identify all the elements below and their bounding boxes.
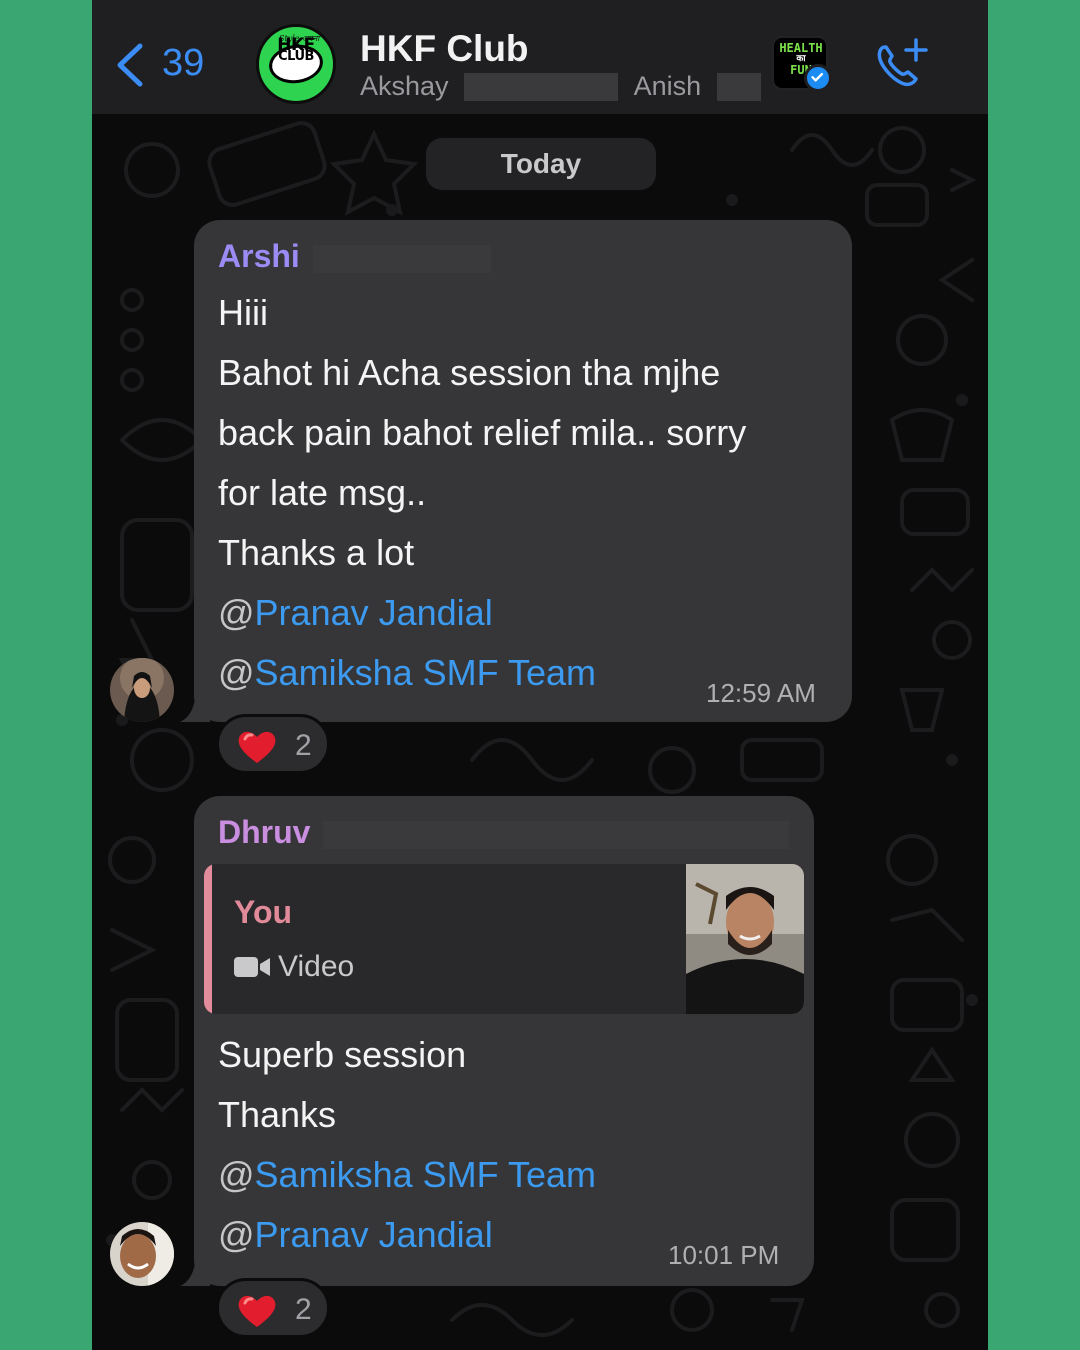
mention-link[interactable]: @Pranav Jandial: [218, 592, 493, 634]
message-sender[interactable]: Dhruv: [218, 814, 790, 851]
sender-avatar-dhruv[interactable]: [110, 1222, 174, 1286]
unread-chats-count[interactable]: 39: [162, 42, 204, 85]
video-thumbnail[interactable]: [686, 864, 804, 1014]
message-text: Bahot hi Acha session tha mjhe: [218, 352, 721, 393]
message-text: back pain bahot relief mila.. sorry: [218, 412, 747, 453]
bubble-tail: [180, 1256, 210, 1286]
avatar-photo: [110, 1222, 174, 1286]
back-chevron-icon[interactable]: [112, 40, 148, 90]
reaction-count: 2: [295, 729, 312, 762]
sender-avatar-arshi[interactable]: [110, 658, 174, 722]
group-avatar-logo: HKF CLUB: [277, 35, 315, 64]
redacted-block: [312, 244, 491, 273]
message-text: Hiii: [218, 292, 268, 333]
video-camera-icon: [234, 957, 270, 977]
group-title[interactable]: HKF Club: [360, 28, 529, 70]
date-separator: Today: [426, 138, 656, 190]
sender-name: Arshi: [218, 238, 300, 274]
reaction-pill[interactable]: 2: [216, 1278, 330, 1338]
message-bubble[interactable]: Dhruv You Video Superb session Thanks @S…: [180, 796, 814, 1286]
message-timestamp: 12:59 AM: [706, 678, 816, 708]
group-members[interactable]: Akshay Anish: [360, 70, 761, 102]
quote-accent-bar: [204, 864, 212, 1014]
message-text: for late msg..: [218, 472, 427, 513]
heart-icon: [238, 1295, 276, 1327]
quoted-media-type: Video: [278, 950, 355, 983]
quoted-author: You: [234, 894, 293, 930]
reaction-pill[interactable]: 2: [216, 714, 330, 774]
bubble-tail: [180, 692, 210, 722]
redacted-block: [716, 72, 761, 101]
chat-header: 39 Style अपना HKF CLUB HKF Club Akshay A…: [92, 0, 988, 114]
quoted-message[interactable]: You Video: [204, 864, 804, 1014]
chat-screen: 39 Style अपना HKF CLUB HKF Club Akshay A…: [92, 0, 988, 1350]
mention-link[interactable]: @Samiksha SMF Team: [218, 1154, 596, 1196]
heart-icon: [238, 731, 276, 763]
group-avatar[interactable]: Style अपना HKF CLUB: [256, 24, 336, 104]
member-name: Anish: [633, 71, 702, 102]
redacted-block: [323, 820, 790, 849]
redacted-block: [464, 72, 619, 101]
member-name: Akshay: [360, 71, 449, 102]
mention-link[interactable]: @Samiksha SMF Team: [218, 652, 596, 694]
message-text: Thanks: [218, 1094, 337, 1135]
add-call-icon[interactable]: [872, 36, 928, 92]
message-sender[interactable]: Arshi: [218, 238, 491, 275]
message-text: Thanks a lot: [218, 532, 415, 573]
message-bubble[interactable]: Arshi Hiii Bahot hi Acha session tha mjh…: [180, 220, 852, 722]
message-timestamp: 10:01 PM: [668, 1240, 780, 1270]
verified-badge-icon: [804, 64, 832, 92]
avatar-photo: [110, 658, 174, 722]
mention-link[interactable]: @Pranav Jandial: [218, 1214, 493, 1256]
reaction-count: 2: [295, 1293, 312, 1326]
message-text: Superb session: [218, 1034, 467, 1075]
sender-name: Dhruv: [218, 814, 311, 850]
